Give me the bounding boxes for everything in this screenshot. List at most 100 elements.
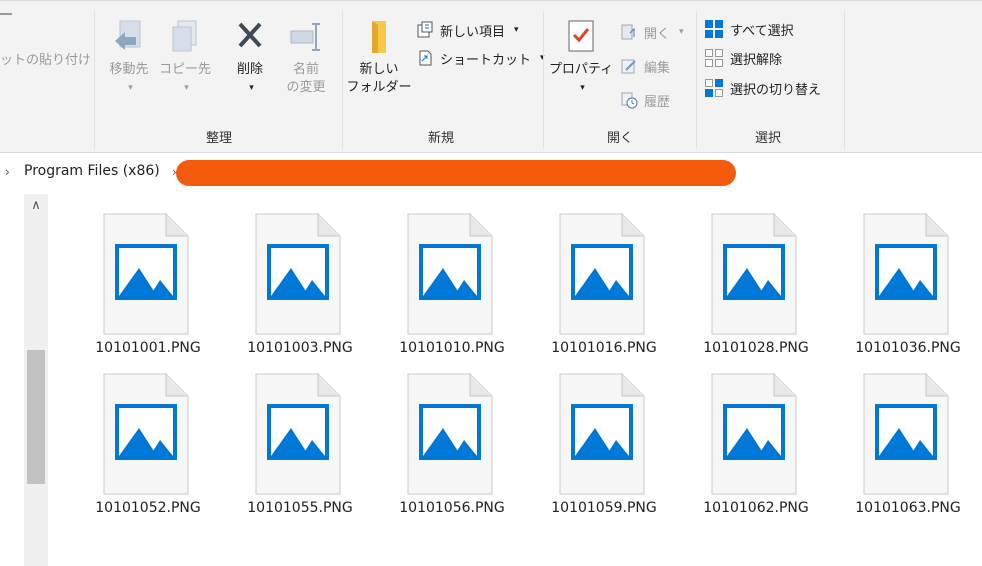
copy-to-label: コピー先 (158, 62, 211, 77)
invert-selection-icon (705, 79, 723, 97)
invert-selection-button[interactable]: 選択の切り替え (704, 77, 821, 99)
select-all-icon (705, 20, 723, 38)
file-item[interactable]: 10101052.PNG (78, 366, 218, 526)
image-file-icon (711, 373, 797, 495)
rename-icon (290, 23, 320, 51)
copy-to-icon (172, 20, 197, 52)
breadcrumb-chevron-icon[interactable]: › (5, 165, 10, 179)
scroll-up-icon[interactable]: ∧ (24, 198, 48, 213)
file-name: 10101063.PNG (855, 500, 961, 516)
image-file-icon (559, 373, 645, 495)
file-name: 10101028.PNG (703, 340, 809, 356)
file-item[interactable]: 10101062.PNG (686, 366, 826, 526)
delete-button[interactable]: 削除 ▾ (226, 19, 274, 97)
group-divider (844, 11, 845, 149)
copy-to-button[interactable]: コピー先 ▾ (158, 19, 212, 97)
file-item[interactable]: 10101036.PNG (838, 206, 978, 366)
chevron-down-icon: ▾ (128, 83, 133, 93)
file-item[interactable]: 10101028.PNG (686, 206, 826, 366)
organize-group-label: 整理 (205, 131, 232, 146)
open-icon (621, 24, 635, 40)
delete-icon (238, 22, 262, 48)
image-file-icon (103, 213, 189, 335)
new-item-button[interactable]: 新しい項目 ▾ (416, 19, 519, 41)
chevron-down-icon: ▾ (580, 83, 585, 93)
select-all-label: すべて選択 (730, 23, 794, 39)
group-divider (342, 11, 343, 149)
select-none-button[interactable]: 選択解除 (704, 47, 782, 69)
chevron-down-icon: ▾ (679, 27, 684, 37)
clipboard-fragment-icon (0, 13, 12, 15)
chevron-down-icon: ▾ (514, 25, 519, 35)
file-name: 10101001.PNG (95, 340, 201, 356)
file-item[interactable]: 10101003.PNG (230, 206, 370, 366)
properties-button[interactable]: プロパティ ▾ (548, 19, 614, 97)
move-to-icon (115, 20, 141, 50)
file-name: 10101003.PNG (247, 340, 353, 356)
image-file-icon (407, 213, 493, 335)
image-file-icon (863, 373, 949, 495)
shortcut-button[interactable]: ショートカット ▾ (416, 47, 545, 69)
image-file-icon (559, 213, 645, 335)
properties-label: プロパティ (548, 62, 614, 77)
vertical-scrollbar[interactable]: ∧ (24, 194, 48, 566)
new-folder-icon (372, 21, 386, 53)
file-name: 10101010.PNG (399, 340, 505, 356)
open-group-label: 開く (606, 131, 633, 146)
rename-label-line1: 名前 (292, 62, 319, 77)
new-folder-button[interactable]: 新しい フォルダー (346, 19, 412, 97)
file-name: 10101052.PNG (95, 500, 201, 516)
redaction-mark (176, 160, 736, 186)
file-item[interactable]: 10101016.PNG (534, 206, 674, 366)
group-divider (543, 11, 544, 149)
new-folder-label-line2: フォルダー (346, 80, 412, 95)
ribbon: ットの貼り付け 移動先 ▾ コピー先 ▾ 削除 ▾ 名前 の変更 整理 新しい … (0, 0, 982, 153)
history-icon (621, 92, 638, 109)
paste-shortcut-label: ットの貼り付け (0, 53, 92, 68)
move-to-label: 移動先 (109, 62, 149, 77)
edit-label: 編集 (644, 60, 671, 76)
image-file-icon (255, 213, 341, 335)
new-folder-label-line1: 新しい (359, 62, 399, 77)
history-button[interactable]: 履歴 (620, 89, 670, 111)
new-item-icon (417, 21, 433, 38)
edit-button[interactable]: 編集 (620, 55, 670, 77)
open-button[interactable]: 開く ▾ (620, 21, 684, 43)
file-name: 10101059.PNG (551, 500, 657, 516)
chevron-down-icon: ▾ (184, 83, 189, 93)
image-file-icon (863, 213, 949, 335)
scrollbar-thumb[interactable] (27, 350, 45, 484)
group-divider (94, 11, 95, 149)
chevron-down-icon: ▾ (249, 83, 254, 93)
delete-label: 削除 (236, 62, 263, 77)
file-item[interactable]: 10101056.PNG (382, 366, 522, 526)
file-item[interactable]: 10101055.PNG (230, 366, 370, 526)
image-file-icon (255, 373, 341, 495)
paste-shortcut-button[interactable]: ットの貼り付け (0, 49, 91, 68)
invert-selection-label: 選択の切り替え (730, 82, 822, 98)
image-file-icon (407, 373, 493, 495)
select-none-icon (705, 49, 723, 67)
file-name: 10101016.PNG (551, 340, 657, 356)
file-name: 10101036.PNG (855, 340, 961, 356)
rename-button[interactable]: 名前 の変更 (278, 19, 334, 97)
select-group-label: 選択 (754, 131, 781, 146)
file-item[interactable]: 10101059.PNG (534, 366, 674, 526)
move-to-button[interactable]: 移動先 ▾ (102, 19, 156, 97)
edit-icon (621, 59, 636, 74)
file-item[interactable]: 10101010.PNG (382, 206, 522, 366)
file-item[interactable]: 10101063.PNG (838, 366, 978, 526)
group-divider (696, 11, 697, 149)
properties-icon (568, 20, 594, 52)
shortcut-icon (419, 50, 432, 66)
select-all-button[interactable]: すべて選択 (704, 18, 794, 40)
file-item[interactable]: 10101001.PNG (78, 206, 218, 366)
history-label: 履歴 (644, 94, 671, 110)
breadcrumb-program-files-x86[interactable]: Program Files (x86) (24, 163, 160, 179)
shortcut-label: ショートカット (440, 52, 532, 68)
new-item-label: 新しい項目 (440, 24, 506, 40)
file-name: 10101056.PNG (399, 500, 505, 516)
file-name: 10101062.PNG (703, 500, 809, 516)
rename-label-line2: の変更 (286, 80, 326, 95)
select-none-label: 選択解除 (730, 52, 783, 68)
